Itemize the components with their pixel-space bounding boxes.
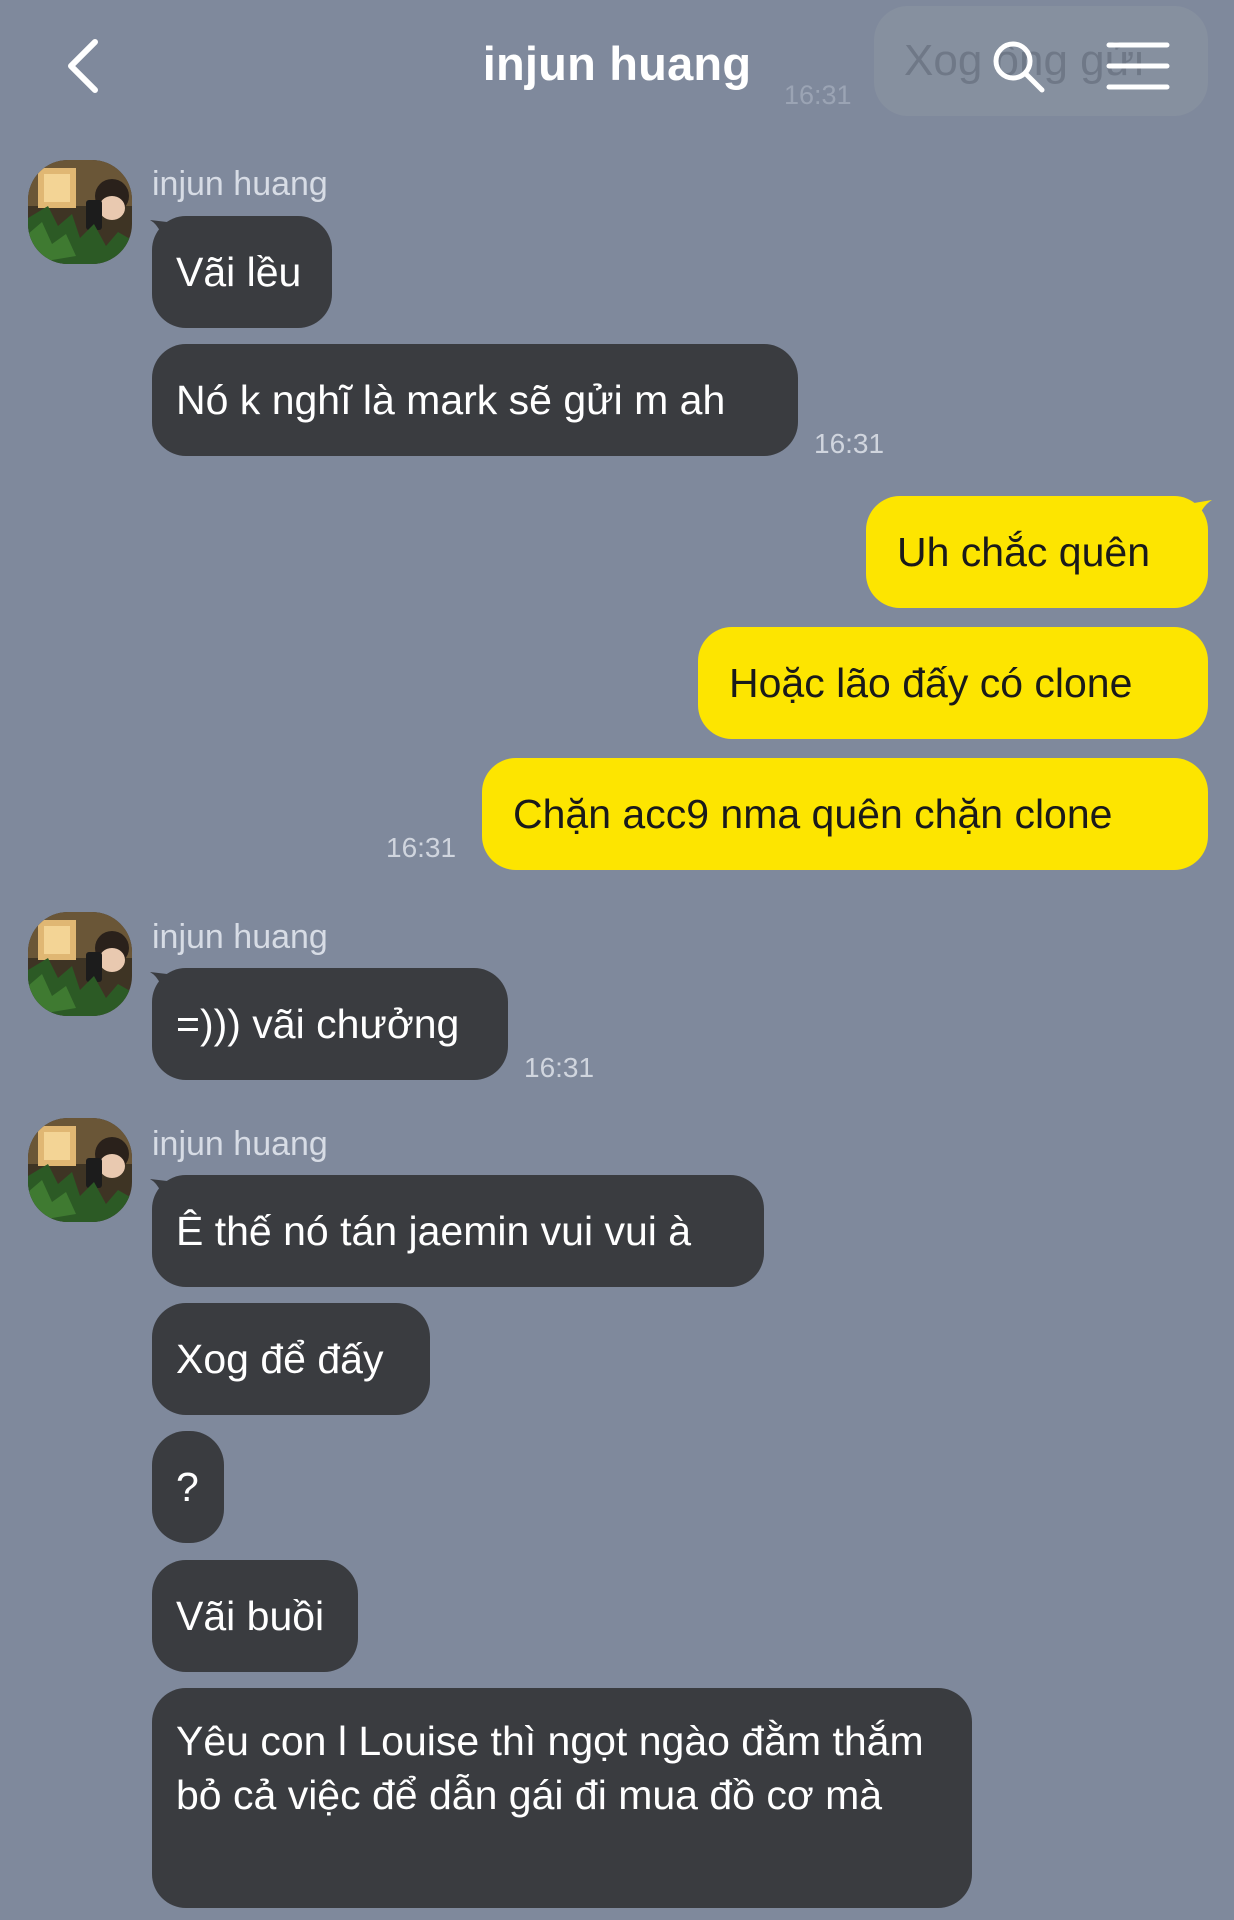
message-text: Nó k nghĩ là mark sẽ gửi m ah <box>176 377 726 423</box>
incoming-message[interactable]: Nó k nghĩ là mark sẽ gửi m ah <box>152 344 798 456</box>
outgoing-message[interactable]: Uh chắc quên <box>866 496 1208 608</box>
profile-photo-icon <box>28 1118 132 1222</box>
avatar[interactable] <box>28 912 132 1016</box>
chat-header: Xog ông gửi 16:31 injun huang <box>0 0 1234 130</box>
message-text: Uh chắc quên <box>897 529 1151 575</box>
message-text: Xog để đấy <box>176 1336 384 1382</box>
message-text: Vãi buồi <box>176 1593 325 1639</box>
chat-screen: Xog ông gửi 16:31 injun huang injun huan… <box>0 0 1234 1920</box>
message-text: Vãi lều <box>176 249 302 295</box>
outgoing-message[interactable]: Chặn acc9 nma quên chặn clone <box>482 758 1208 870</box>
message-text: Chặn acc9 nma quên chặn clone <box>513 791 1113 837</box>
search-icon <box>993 41 1045 93</box>
incoming-message[interactable]: ? <box>152 1431 224 1543</box>
incoming-message[interactable]: Vãi lều <box>152 216 332 328</box>
message-text: Ê thế nó tán jaemin vui vui à <box>176 1208 692 1254</box>
sender-name: injun huang <box>152 918 328 956</box>
hamburger-menu-icon <box>1106 42 1170 90</box>
incoming-message[interactable]: Vãi buồi <box>152 1560 358 1672</box>
profile-photo-icon <box>28 160 132 264</box>
avatar[interactable] <box>28 1118 132 1222</box>
sender-name: injun huang <box>152 1125 328 1163</box>
avatar[interactable] <box>28 160 132 264</box>
message-text: =))) vãi chưởng <box>176 1001 460 1047</box>
incoming-message[interactable]: Ê thế nó tán jaemin vui vui à <box>152 1175 764 1287</box>
sender-name: injun huang <box>152 165 328 203</box>
message-timestamp: 16:31 <box>386 832 457 863</box>
message-text: ? <box>176 1464 199 1510</box>
menu-button[interactable] <box>1100 28 1176 104</box>
search-button[interactable] <box>980 28 1056 104</box>
message-text: Yêu con l Louise thì ngọt ngào đằm thắm … <box>176 1718 924 1818</box>
message-timestamp: 16:31 <box>524 1052 595 1083</box>
message-text: Hoặc lão đấy có clone <box>729 660 1133 706</box>
profile-photo-icon <box>28 912 132 1016</box>
incoming-message[interactable]: =))) vãi chưởng <box>152 968 508 1080</box>
incoming-message[interactable]: Yêu con l Louise thì ngọt ngào đằm thắm … <box>152 1688 972 1908</box>
incoming-message[interactable]: Xog để đấy <box>152 1303 430 1415</box>
outgoing-message[interactable]: Hoặc lão đấy có clone <box>698 627 1208 739</box>
message-timestamp: 16:31 <box>814 428 885 459</box>
